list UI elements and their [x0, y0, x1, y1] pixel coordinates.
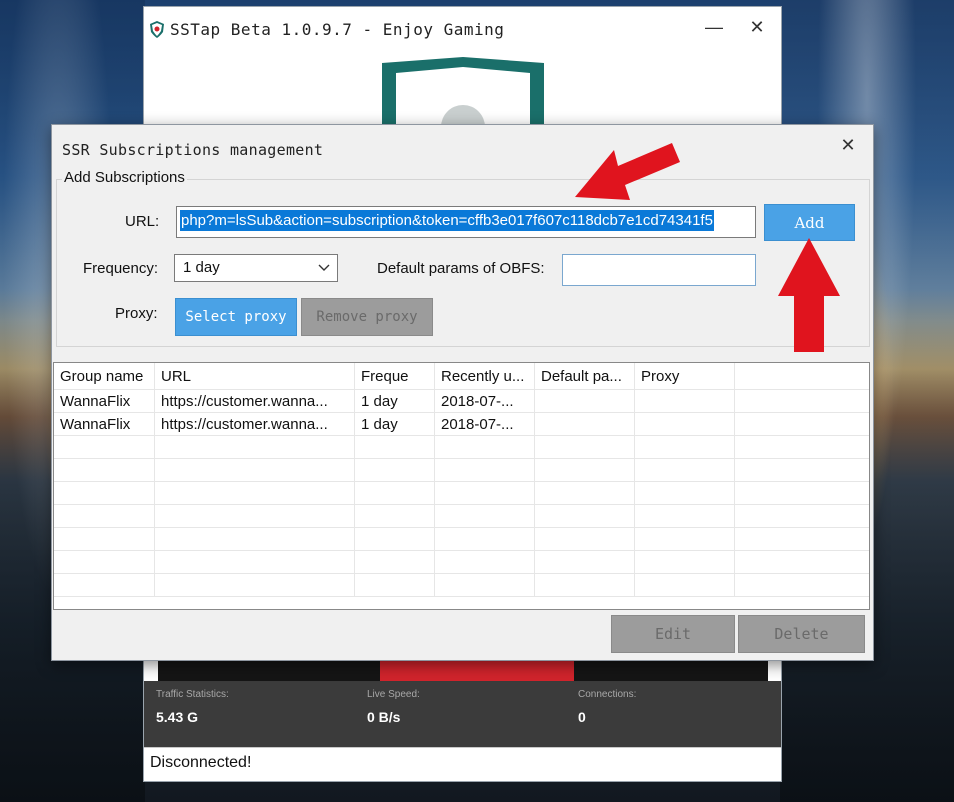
- connections-value: 0: [578, 709, 586, 725]
- frequency-value: 1 day: [183, 259, 220, 276]
- obfs-params-input[interactable]: [562, 254, 756, 286]
- frequency-label: Frequency:: [83, 260, 159, 277]
- cell-default-params: [535, 390, 635, 413]
- add-button[interactable]: Add: [764, 204, 855, 241]
- connections-stat: Connections: 0: [578, 689, 636, 725]
- empty-table-row: [54, 482, 869, 505]
- proxy-label: Proxy:: [115, 305, 158, 322]
- cell-group-name: WannaFlix: [54, 390, 155, 413]
- table-row[interactable]: WannaFlix https://customer.wanna... 1 da…: [54, 413, 869, 436]
- cell-proxy: [635, 390, 735, 413]
- traffic-stat: Traffic Statistics: 5.43 G: [156, 689, 229, 725]
- frequency-select[interactable]: 1 day: [174, 254, 338, 282]
- url-input[interactable]: php?m=lsSub&action=subscription&token=cf…: [176, 206, 756, 238]
- empty-table-row: [54, 459, 869, 482]
- traffic-value: 5.43 G: [156, 709, 199, 725]
- traffic-label: Traffic Statistics:: [156, 689, 229, 700]
- cell-recently-updated: 2018-07-...: [435, 413, 535, 436]
- table-row[interactable]: WannaFlix https://customer.wanna... 1 da…: [54, 390, 869, 413]
- ssr-subscriptions-dialog: SSR Subscriptions management ✕ Add Subsc…: [51, 124, 874, 661]
- close-icon[interactable]: ✕: [745, 17, 769, 38]
- minimize-icon[interactable]: —: [702, 17, 726, 38]
- delete-button[interactable]: Delete: [738, 615, 865, 653]
- promo-banner: [158, 659, 768, 681]
- subscriptions-table[interactable]: Group name URL Freque Recently u... Defa…: [53, 362, 870, 610]
- stats-panel: Traffic Statistics: 5.43 G Live Speed: 0…: [144, 681, 781, 747]
- obfs-label: Default params of OBFS:: [377, 260, 545, 277]
- status-text: Disconnected!: [144, 747, 781, 781]
- empty-table-row: [54, 528, 869, 551]
- cell-frequency: 1 day: [355, 413, 435, 436]
- speed-stat: Live Speed: 0 B/s: [367, 689, 420, 725]
- main-window-title: SSTap Beta 1.0.9.7 - Enjoy Gaming: [170, 19, 505, 39]
- table-header-row: Group name URL Freque Recently u... Defa…: [54, 363, 869, 390]
- connections-label: Connections:: [578, 689, 637, 700]
- cell-proxy: [635, 413, 735, 436]
- empty-table-row: [54, 436, 869, 459]
- column-header-default-params[interactable]: Default pa...: [535, 363, 635, 390]
- empty-table-row: [54, 551, 869, 574]
- empty-table-row: [54, 505, 869, 528]
- cell-group-name: WannaFlix: [54, 413, 155, 436]
- column-header-group-name[interactable]: Group name: [54, 363, 155, 390]
- empty-table-row: [54, 574, 869, 597]
- sstap-app-icon: [150, 20, 164, 38]
- column-header-proxy[interactable]: Proxy: [635, 363, 735, 390]
- remove-proxy-button[interactable]: Remove proxy: [301, 298, 433, 336]
- cell-frequency: 1 day: [355, 390, 435, 413]
- url-label: URL:: [125, 213, 160, 230]
- dialog-title: SSR Subscriptions management: [62, 141, 324, 159]
- main-title-bar[interactable]: SSTap Beta 1.0.9.7 - Enjoy Gaming: [144, 7, 781, 51]
- select-proxy-button[interactable]: Select proxy: [175, 298, 297, 336]
- cell-url: https://customer.wanna...: [155, 390, 355, 413]
- speed-label: Live Speed:: [367, 689, 420, 700]
- dialog-close-icon[interactable]: ✕: [836, 135, 860, 156]
- column-header-frequency[interactable]: Freque: [355, 363, 435, 390]
- add-subscriptions-title: Add Subscriptions: [62, 169, 187, 186]
- promo-banner-red: [380, 659, 574, 681]
- column-header-url[interactable]: URL: [155, 363, 355, 390]
- cell-url: https://customer.wanna...: [155, 413, 355, 436]
- speed-value: 0 B/s: [367, 709, 401, 725]
- url-input-value: php?m=lsSub&action=subscription&token=cf…: [180, 210, 714, 231]
- chevron-down-icon: [318, 264, 330, 271]
- edit-button[interactable]: Edit: [611, 615, 735, 653]
- column-header-recently-updated[interactable]: Recently u...: [435, 363, 535, 390]
- cell-default-params: [535, 413, 635, 436]
- cell-recently-updated: 2018-07-...: [435, 390, 535, 413]
